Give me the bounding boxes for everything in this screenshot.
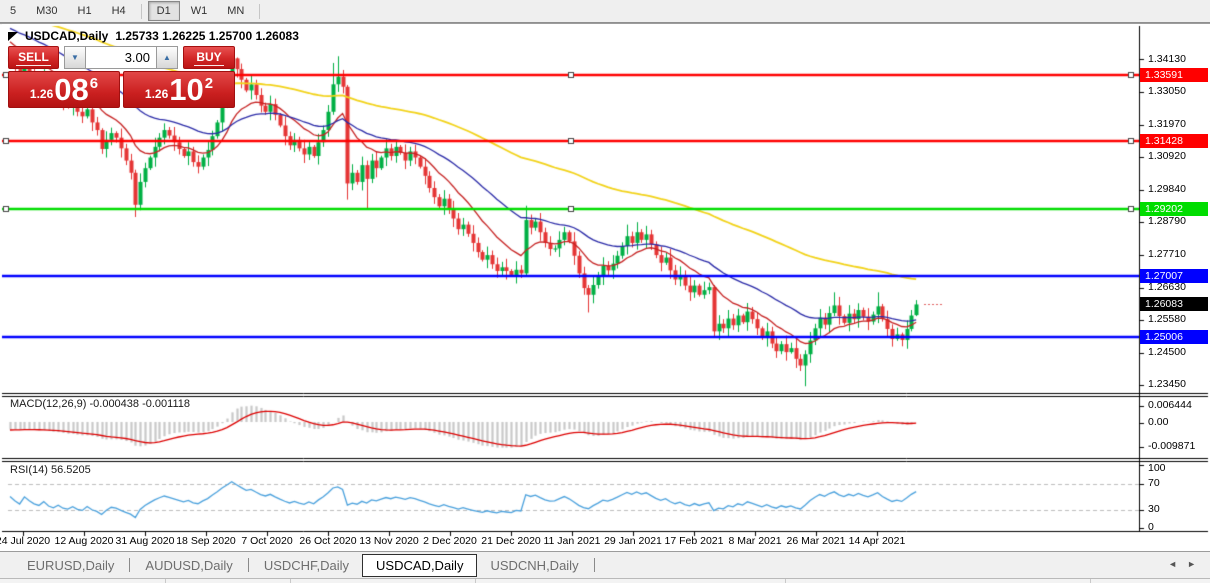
sell-price-point: 6: [90, 75, 98, 92]
chart-ohlc: 1.25733 1.26225 1.25700 1.26083: [115, 29, 299, 43]
status-divider: [475, 579, 476, 583]
price-axis-label: 1.30920: [1148, 150, 1186, 162]
sell-price-figure: 1.26: [30, 87, 53, 101]
buy-price-figure: 1.26: [145, 87, 168, 101]
date-axis-label: 14 Apr 2021: [849, 535, 906, 547]
rsi-axis-label: 100: [1148, 462, 1166, 474]
status-divider: [165, 579, 166, 583]
price-axis-label: 1.29840: [1148, 183, 1186, 195]
date-axis-label: 26 Oct 2020: [299, 535, 356, 547]
macd-axis-label: -0.009871: [1148, 440, 1195, 452]
chart-tab-audusd[interactable]: AUDUSD,Daily: [132, 554, 245, 577]
price-line-badge: 1.25006: [1140, 330, 1208, 344]
chart-tab-eurusd[interactable]: EURUSD,Daily: [14, 554, 127, 577]
price-axis-label: 1.28790: [1148, 215, 1186, 227]
date-axis-label: 12 Aug 2020: [55, 535, 114, 547]
date-axis-label: 18 Sep 2020: [176, 535, 236, 547]
price-line-badge: 1.31428: [1140, 134, 1208, 148]
volume-value: 3.00: [125, 50, 150, 65]
date-axis-label: 26 Mar 2021: [787, 535, 846, 547]
status-divider: [785, 579, 786, 583]
tab-separator: [129, 558, 130, 572]
volume-decrease-button[interactable]: ▼: [64, 46, 86, 69]
buy-price-panel[interactable]: 1.26 10 2: [123, 71, 235, 108]
status-bar: [0, 578, 1210, 583]
rsi-axis-label: 30: [1148, 503, 1160, 515]
chart-tab-usdcnh[interactable]: USDCNH,Daily: [477, 554, 591, 577]
date-axis-label: 8 Mar 2021: [728, 535, 781, 547]
macd-label: MACD(12,26,9) -0.000438 -0.001118: [10, 398, 190, 410]
date-axis-label: 29 Jan 2021: [604, 535, 662, 547]
chart-tab-usdcad[interactable]: USDCAD,Daily: [362, 554, 477, 577]
sell-price-panel[interactable]: 1.26 08 6: [8, 71, 120, 108]
buy-label: BUY: [194, 50, 223, 66]
price-axis-label: 1.31970: [1148, 118, 1186, 130]
buy-price-point: 2: [205, 75, 213, 92]
tab-separator: [594, 558, 595, 572]
buy-button[interactable]: BUY: [183, 46, 235, 69]
rsi-axis-label: 0: [1148, 521, 1154, 533]
macd-axis-label: 0.00: [1148, 416, 1168, 428]
status-divider: [290, 579, 291, 583]
tab-separator: [248, 558, 249, 572]
price-axis-label: 1.24500: [1148, 346, 1186, 358]
chart-tab-bar: EURUSD,DailyAUDUSD,DailyUSDCHF,DailyUSDC…: [0, 551, 1210, 578]
macd-axis-label: 0.006444: [1148, 399, 1192, 411]
price-axis-label: 1.23450: [1148, 378, 1186, 390]
tab-scroll-arrows: ◄ ►: [1168, 559, 1196, 569]
price-line-badge: 1.33591: [1140, 68, 1208, 82]
price-line-badge: 1.27007: [1140, 269, 1208, 283]
sell-button[interactable]: SELL: [8, 46, 59, 69]
buy-price-pips: 10: [169, 75, 203, 105]
date-axis-label: 2 Dec 2020: [423, 535, 477, 547]
tab-scroll-left-icon[interactable]: ◄: [1168, 559, 1177, 569]
price-axis-label: 1.27710: [1148, 248, 1186, 260]
price-line-badge: 1.29202: [1140, 202, 1208, 216]
tab-scroll-right-icon[interactable]: ►: [1187, 559, 1196, 569]
date-axis-label: 7 Oct 2020: [241, 535, 292, 547]
date-axis-label: 13 Nov 2020: [359, 535, 419, 547]
date-axis-label: 11 Jan 2021: [543, 535, 600, 547]
macd-values: -0.000438 -0.001118: [89, 398, 190, 410]
price-axis-label: 1.25580: [1148, 313, 1186, 325]
rsi-value: 56.5205: [51, 464, 91, 476]
price-axis-label: 1.33050: [1148, 85, 1186, 97]
date-axis-label: 24 Jul 2020: [0, 535, 50, 547]
chart-expand-icon[interactable]: [8, 32, 18, 41]
rsi-label: RSI(14) 56.5205: [10, 464, 91, 476]
date-axis-label: 17 Feb 2021: [665, 535, 724, 547]
current-price-badge: 1.26083: [1140, 297, 1208, 311]
sell-price-pips: 08: [54, 75, 88, 105]
rsi-axis-label: 70: [1148, 477, 1160, 489]
date-axis-label: 21 Dec 2020: [481, 535, 541, 547]
chevron-up-icon: ▲: [163, 53, 171, 62]
volume-input[interactable]: 3.00: [86, 46, 156, 69]
one-click-trading-widget: SELL ▼ 3.00 ▲ BUY 1.26 08 6 1.26 1: [8, 46, 235, 109]
price-axis-label: 1.34130: [1148, 53, 1186, 65]
date-axis-label: 31 Aug 2020: [116, 535, 175, 547]
volume-increase-button[interactable]: ▲: [156, 46, 178, 69]
chevron-down-icon: ▼: [71, 53, 79, 62]
chart-title: USDCAD,Daily 1.25733 1.26225 1.25700 1.2…: [8, 29, 299, 43]
status-divider: [1090, 579, 1091, 583]
chart-tab-usdchf[interactable]: USDCHF,Daily: [251, 554, 362, 577]
chart-symbol: USDCAD,Daily: [25, 29, 108, 43]
sell-label: SELL: [16, 50, 51, 66]
mt4-terminal: 5M30H1H4D1W1MN USDCAD,Daily 1.25733 1.26…: [0, 0, 1210, 583]
